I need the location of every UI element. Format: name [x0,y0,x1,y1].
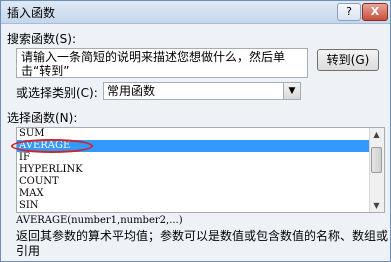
function-item-sum[interactable]: SUM [17,128,384,140]
function-description: 返回其参数的算术平均值；参数可以是数值或包含数值的名称、数组或引用 [16,229,389,258]
list-scrollbar[interactable]: ▲ ▼ [369,128,384,212]
function-list-label: 选择函数(N): [7,111,78,125]
function-item-if[interactable]: IF [17,152,384,164]
dialog-title: 插入函数 [7,6,56,20]
category-label: 或选择类别(C): [16,86,98,100]
help-button[interactable]: ? [337,3,361,21]
search-label: 搜索函数(S): [7,32,77,46]
scroll-down-icon[interactable]: ▼ [370,199,383,212]
function-item-max[interactable]: MAX [17,188,384,200]
chevron-down-icon[interactable]: ▼ [283,83,300,99]
scroll-up-icon[interactable]: ▲ [370,128,383,141]
search-input[interactable]: 请输入一条简短的说明来描述您想做什么，然后单击“转到” [16,48,308,78]
function-item-hyperlink[interactable]: HYPERLINK [17,164,384,176]
category-selected-value: 常用函数 [107,84,156,98]
insert-function-dialog: 插入函数 ? X 搜索函数(S): 请输入一条简短的说明来描述您想做什么，然后单… [0,0,391,262]
function-item-sin[interactable]: SIN [17,200,384,212]
close-button[interactable]: X [362,3,388,21]
function-item-count[interactable]: COUNT [17,176,384,188]
title-bar[interactable]: 插入函数 ? X [1,1,390,24]
function-syntax: AVERAGE(number1,number2,...) [16,215,183,226]
go-button[interactable]: 转到(G) [317,49,379,71]
selection-highlight-ring [11,139,93,153]
category-select[interactable]: 常用函数 ▼ [103,82,301,100]
scroll-thumb[interactable] [371,147,382,173]
